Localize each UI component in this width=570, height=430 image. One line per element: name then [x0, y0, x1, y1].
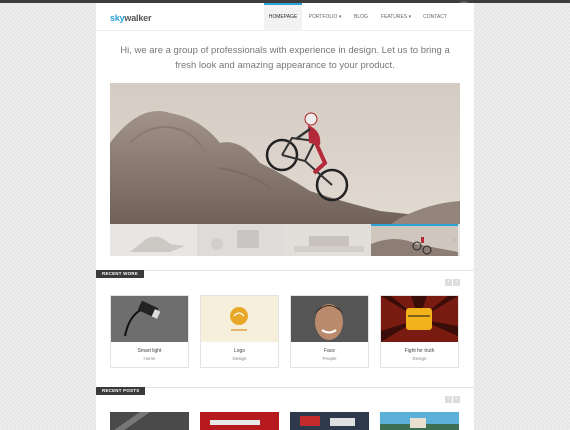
- site-header: skywalker HOMEPAGE PORTFOLIO ▾ BLOG FEAT…: [96, 3, 474, 31]
- recent-posts-bar: RECENT POSTS ‹ ›: [96, 387, 474, 403]
- post-thumb-1[interactable]: [110, 412, 189, 430]
- intro-text: Hi, we are a group of professionals with…: [120, 45, 450, 71]
- hero-slide-image[interactable]: [110, 83, 460, 225]
- site-logo[interactable]: skywalker: [110, 13, 151, 23]
- work-card-smart-light[interactable]: Smart light Home: [110, 295, 189, 368]
- nav-item-features[interactable]: FEATURES ▾: [377, 3, 415, 31]
- recent-posts-arrows: ‹ ›: [444, 387, 460, 405]
- work-card-face[interactable]: Face People: [290, 295, 369, 368]
- recent-work-next-icon[interactable]: ›: [453, 279, 460, 286]
- work-title: Smart light: [137, 348, 162, 354]
- work-category: Design: [412, 356, 427, 361]
- work-card-logo[interactable]: Logo Design: [200, 295, 279, 368]
- recent-posts-next-icon[interactable]: ›: [453, 396, 460, 403]
- recent-posts-prev-icon[interactable]: ‹: [445, 396, 452, 403]
- work-card-fight[interactable]: Fight for truth Design: [380, 295, 459, 368]
- work-image-face: [291, 296, 368, 342]
- work-category: People: [322, 356, 337, 361]
- thumb-next-arrow-icon[interactable]: ›: [450, 234, 458, 246]
- work-title: Face: [323, 348, 336, 354]
- recent-work-label: RECENT WORK: [96, 270, 145, 278]
- logo-sky: sky: [110, 13, 125, 23]
- work-title: Logo: [233, 348, 246, 354]
- post-thumb-3[interactable]: [290, 412, 369, 430]
- slider-thumbnails: ‹ ›: [110, 224, 460, 256]
- work-category: Home: [143, 356, 156, 361]
- nav-item-portfolio[interactable]: PORTFOLIO ▾: [306, 3, 344, 31]
- post-thumb-2[interactable]: [200, 412, 279, 430]
- nav-item-homepage[interactable]: HOMEPAGE: [264, 3, 302, 31]
- page-container: skywalker HOMEPAGE PORTFOLIO ▾ BLOG FEAT…: [96, 3, 474, 430]
- logo-walker: walker: [124, 13, 152, 23]
- slider-thumb-2[interactable]: [197, 224, 284, 256]
- post-thumb-4[interactable]: [380, 412, 459, 430]
- recent-posts-label: RECENT POSTS: [96, 387, 146, 395]
- nav-item-blog[interactable]: BLOG: [348, 3, 374, 31]
- work-image-fight: [381, 296, 458, 342]
- work-image-logo: [201, 296, 278, 342]
- recent-work-arrows: ‹ ›: [444, 270, 460, 288]
- recent-work-prev-icon[interactable]: ‹: [445, 279, 452, 286]
- slider-thumb-4[interactable]: [371, 224, 458, 256]
- nav-item-contact[interactable]: CONTACT: [419, 3, 451, 31]
- slider-thumb-3[interactable]: [284, 224, 371, 256]
- recent-work-bar: RECENT WORK ‹ ›: [96, 270, 474, 286]
- work-title: Fight for truth: [404, 348, 435, 354]
- work-category: Design: [232, 356, 247, 361]
- slider-thumb-1[interactable]: [110, 224, 197, 256]
- work-image-smart-light: [111, 296, 188, 342]
- cyclist-on-rock-illustration: [110, 83, 460, 225]
